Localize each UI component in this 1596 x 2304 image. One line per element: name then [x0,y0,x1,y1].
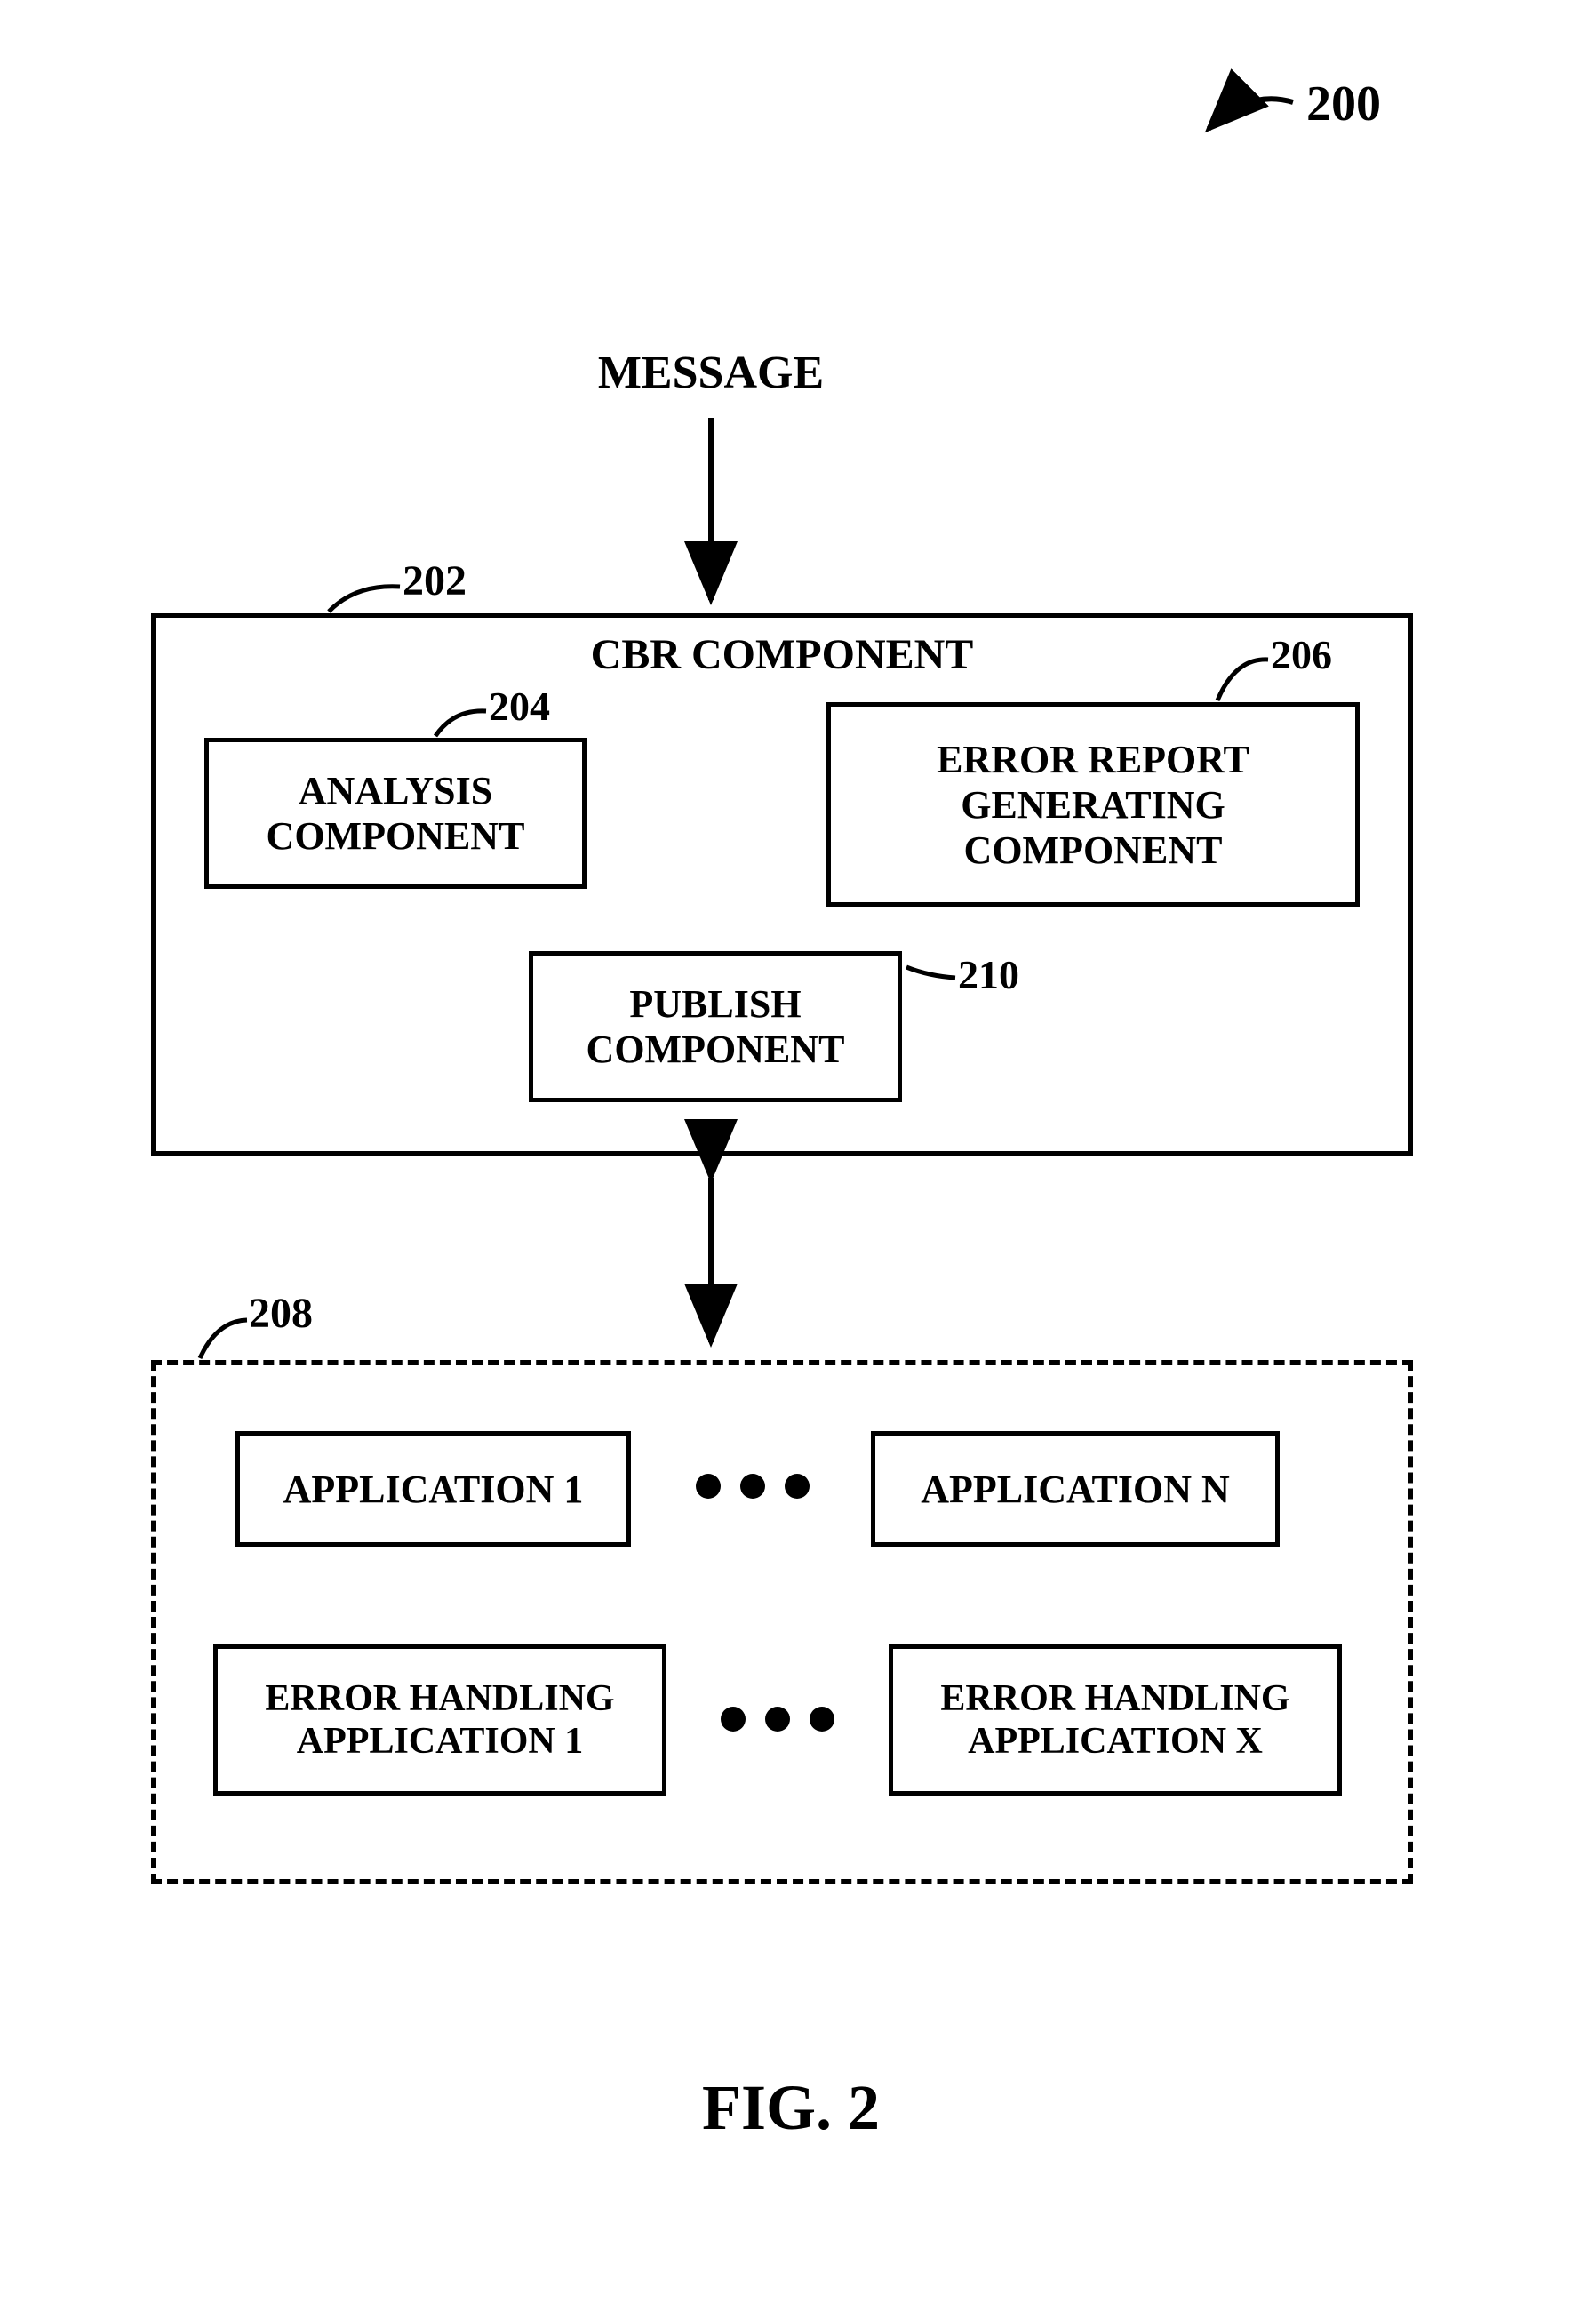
figure-caption: FIG. 2 [613,2071,969,2145]
application-1-box: APPLICATION 1 [235,1431,631,1547]
message-label: MESSAGE [533,347,889,400]
analysis-label: ANALYSIS COMPONENT [209,768,582,859]
ref-200: 200 [1306,76,1381,132]
ref-208: 208 [249,1289,313,1338]
error-handling-x-box: ERROR HANDLING APPLICATION X [889,1644,1342,1796]
application-1-label: APPLICATION 1 [283,1467,584,1512]
error-handling-1-box: ERROR HANDLING APPLICATION 1 [213,1644,666,1796]
ref-206: 206 [1271,631,1332,678]
ellipsis-icon [677,1474,828,1499]
ref-202: 202 [403,556,467,605]
error-handling-1-label: ERROR HANDLING APPLICATION 1 [218,1677,662,1763]
analysis-component-box: ANALYSIS COMPONENT [204,738,587,889]
ref-210: 210 [958,951,1019,998]
figure-canvas: 200 MESSAGE CBR COMPONENT 202 ANALYSIS C… [0,0,1596,2304]
ellipsis-icon [702,1707,853,1732]
publish-label: PUBLISH COMPONENT [533,981,898,1072]
application-n-label: APPLICATION N [921,1467,1230,1512]
error-generating-box: ERROR REPORT GENERATING COMPONENT [826,702,1360,907]
application-n-box: APPLICATION N [871,1431,1280,1547]
ref-204: 204 [489,683,550,730]
cbr-title: CBR COMPONENT [591,630,974,679]
error-handling-x-label: ERROR HANDLING APPLICATION X [893,1677,1337,1763]
publish-component-box: PUBLISH COMPONENT [529,951,902,1102]
error-generating-label: ERROR REPORT GENERATING COMPONENT [831,737,1355,873]
